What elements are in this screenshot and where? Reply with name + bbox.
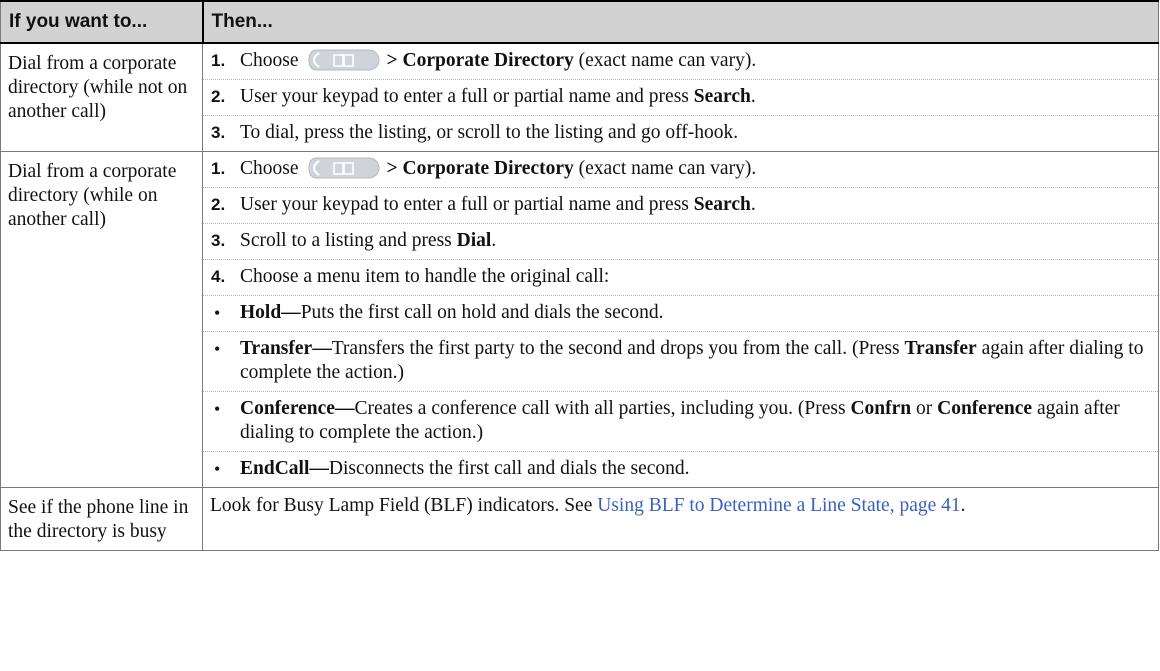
bullet-text: Transfers the first party to the second …	[331, 338, 900, 359]
step-bold: Search	[693, 194, 751, 215]
bullet-dot-icon: •	[214, 303, 221, 323]
step-3: 3. To dial, press the listing, or scroll…	[203, 116, 1158, 151]
bullet-transfer: • Transfer—Transfers the first party to …	[203, 332, 1158, 392]
bullet-text: Disconnects the first call and dials the…	[328, 458, 690, 479]
step-number: 1.	[211, 51, 226, 70]
step-1: 1. Choose > Corporate Directory (exact na…	[203, 152, 1158, 188]
step-number: 3.	[211, 231, 226, 250]
step-bold: > Corporate Directory	[386, 50, 574, 71]
bullet-bold: Hold—	[240, 302, 301, 323]
row3-description: See if the phone line in the directory i…	[0, 487, 203, 551]
step-text: User your keypad to enter a full or part…	[240, 194, 689, 215]
bullet-bold: EndCall—	[240, 458, 329, 479]
row3-text: Look for Busy Lamp Field (BLF) indicator…	[210, 495, 593, 516]
row3-content: Look for Busy Lamp Field (BLF) indicator…	[202, 487, 1159, 551]
bullet-bold-3: Conference	[937, 398, 1033, 419]
step-bold: Search	[693, 86, 751, 107]
step-number: 2.	[211, 195, 226, 214]
step-text: To dial, press the listing, or scroll to…	[240, 122, 739, 143]
step-number: 1.	[211, 159, 226, 178]
bullet-dot-icon: •	[214, 339, 221, 359]
step-text: Choose	[240, 158, 299, 179]
step-3: 3. Scroll to a listing and press Dial.	[203, 224, 1158, 260]
bullet-bold: Conference—	[240, 398, 355, 419]
step-bold: > Corporate Directory	[386, 158, 574, 179]
step-text-end: .	[750, 194, 756, 215]
step-text: Scroll to a listing and press	[240, 230, 452, 251]
step-bold: Dial	[456, 230, 492, 251]
row3-text-end: .	[960, 495, 966, 516]
table-row: See if the phone line in the directory i…	[0, 487, 1159, 551]
header-if-you-want-to: If you want to...	[0, 0, 203, 44]
bullet-bold: Transfer—	[240, 338, 332, 359]
step-number: 2.	[211, 87, 226, 106]
bullet-conference: • Conference—Creates a conference call w…	[203, 392, 1158, 452]
bullet-text: Creates a conference call with all parti…	[354, 398, 846, 419]
row2-steps: 1. Choose > Corporate Directory (exact na…	[202, 151, 1159, 488]
step-number: 3.	[211, 123, 226, 142]
row1-steps: 1. Choose > Corporate Directory (exact na…	[202, 42, 1159, 152]
row1-description: Dial from a corporate directory (while n…	[0, 42, 203, 152]
step-text-end: .	[491, 230, 497, 251]
directories-book-icon	[307, 157, 383, 179]
bullet-hold: • Hold—Puts the first call on hold and d…	[203, 296, 1158, 332]
table-row: Dial from a corporate directory (while o…	[0, 151, 1159, 488]
step-text: Choose	[240, 50, 299, 71]
step-text-end: .	[750, 86, 756, 107]
table-header-row: If you want to... Then...	[0, 0, 1159, 44]
bullet-text-2: or	[916, 398, 933, 419]
step-text: User your keypad to enter a full or part…	[240, 86, 689, 107]
step-2: 2. User your keypad to enter a full or p…	[203, 80, 1158, 116]
bullet-bold-2: Confrn	[850, 398, 912, 419]
instruction-table: If you want to... Then... Dial from a co…	[0, 0, 1159, 551]
step-number: 4.	[211, 267, 226, 286]
header-then: Then...	[201, 0, 1159, 44]
bullet-endcall: • EndCall—Disconnects the first call and…	[203, 452, 1158, 487]
bullet-dot-icon: •	[214, 459, 221, 479]
step-2: 2. User your keypad to enter a full or p…	[203, 188, 1158, 224]
row2-description: Dial from a corporate directory (while o…	[0, 151, 203, 488]
bullet-bold-2: Transfer	[904, 338, 977, 359]
step-text-end: (exact name can vary).	[578, 158, 757, 179]
blf-reference-link[interactable]: Using BLF to Determine a Line State, pag…	[597, 495, 960, 516]
table-row: Dial from a corporate directory (while n…	[0, 42, 1159, 152]
bullet-text: Puts the first call on hold and dials th…	[300, 302, 664, 323]
bullet-dot-icon: •	[214, 399, 221, 419]
directories-book-icon	[307, 49, 383, 71]
step-text-end: (exact name can vary).	[578, 50, 757, 71]
step-1: 1. Choose > Corporate Directory (exact na…	[203, 44, 1158, 80]
step-text: Choose a menu item to handle the origina…	[240, 266, 610, 287]
step-4: 4. Choose a menu item to handle the orig…	[203, 260, 1158, 296]
